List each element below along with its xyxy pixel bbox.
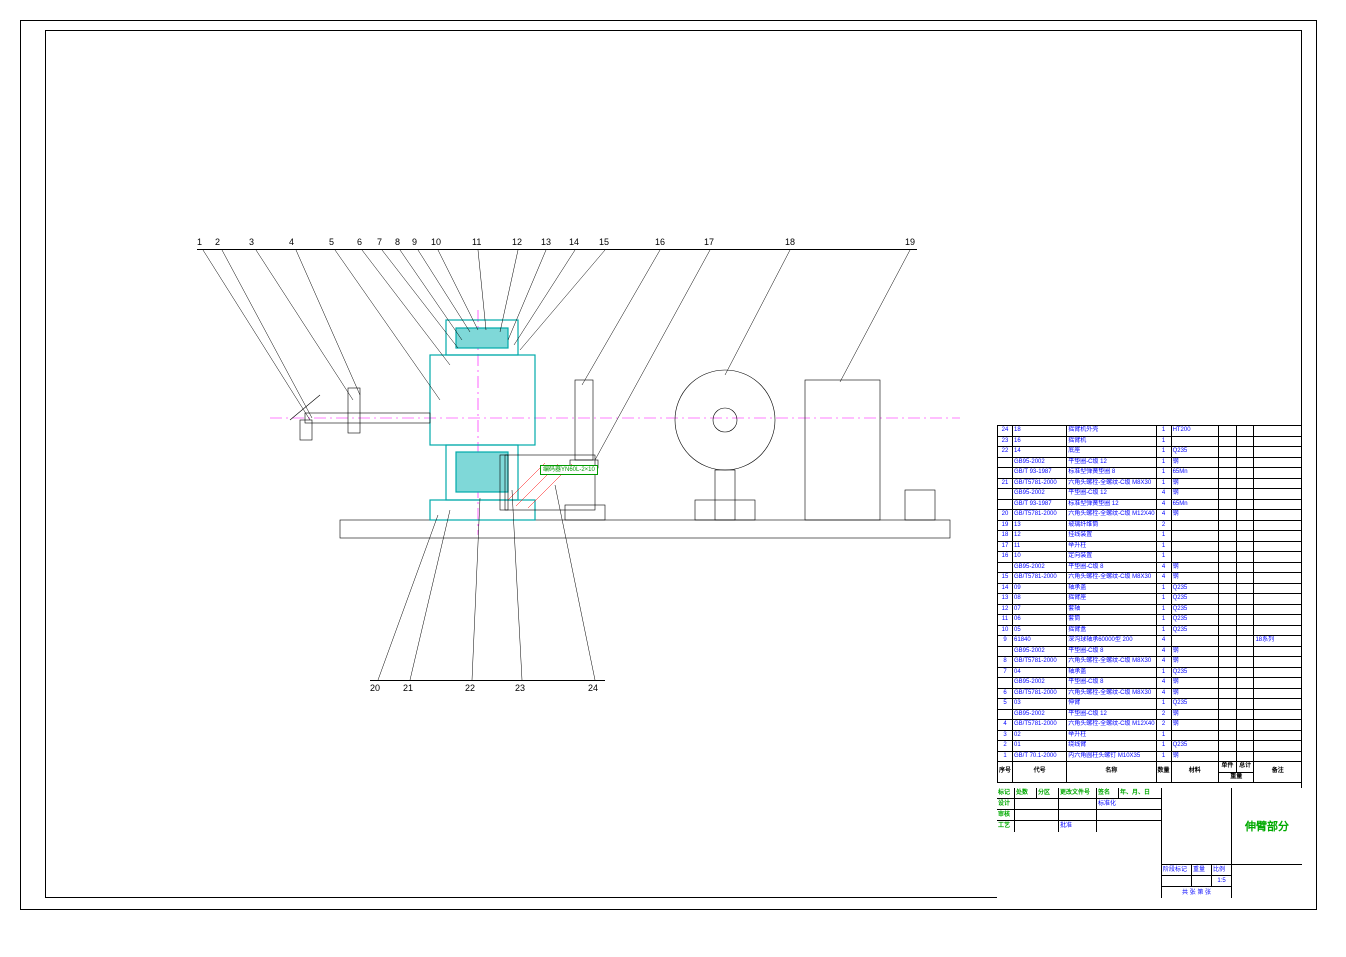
callout-17: 17 — [704, 237, 714, 247]
callout-22: 22 — [465, 683, 475, 693]
bom-row: GB/T 93-1987标准型弹簧垫圈 12465Mn — [998, 499, 1302, 510]
bom-row: GB95-2002平垫圈-C级 121钢 — [998, 457, 1302, 468]
callout-6: 6 — [357, 237, 362, 247]
callout-10: 10 — [431, 237, 441, 247]
drawing-title: 伸臂部分 — [1245, 818, 1289, 834]
callout-1: 1 — [197, 237, 202, 247]
callout-9: 9 — [412, 237, 417, 247]
bom-row: GB95-2002平垫圈-C级 122钢 — [998, 709, 1302, 720]
bom-hdr-name: 名称 — [1067, 762, 1156, 783]
bom-hdr-code: 代号 — [1013, 762, 1067, 783]
bom-hdr-mat: 材料 — [1171, 762, 1218, 783]
bom-row: 21GB/T5781-2000六角头螺栓-全螺纹-C级 M8X301钢 — [998, 478, 1302, 489]
bom-row: 704轴承盖1Q235 — [998, 667, 1302, 678]
callout-2: 2 — [215, 237, 220, 247]
bom-row: 201绕线臂1Q235 — [998, 741, 1302, 752]
callout-19: 19 — [905, 237, 915, 247]
bom-hdr-w2: 总计 — [1236, 762, 1254, 773]
callout-8: 8 — [395, 237, 400, 247]
bom-row: GB95-2002平垫圈-C级 84钢 — [998, 562, 1302, 573]
bom-row: 1812挂线装置1 — [998, 531, 1302, 542]
bom-hdr-weight: 重量 — [1219, 772, 1254, 783]
motor-label: 编码器YN60L-2×10 — [540, 465, 598, 475]
bom-row: 2418摇臂机外壳1HT200 — [998, 426, 1302, 437]
callout-15: 15 — [599, 237, 609, 247]
bom-row: 1610定向装置1 — [998, 552, 1302, 563]
callout-12: 12 — [512, 237, 522, 247]
bom-row: GB/T 93-1987标准型弹簧垫圈 8165Mn — [998, 468, 1302, 479]
bom-row: 4GB/T5781-2000六角头螺栓-全螺纹-C级 M12X402钢 — [998, 720, 1302, 731]
bom-row: 2316摇臂机1 — [998, 436, 1302, 447]
bom-row: GB95-2002平垫圈-C级 124钢 — [998, 489, 1302, 500]
tb-mark: 标记 — [997, 788, 1015, 798]
bom-hdr-qty: 数量 — [1156, 762, 1171, 783]
callout-23: 23 — [515, 683, 525, 693]
bom-row: 6GB/T5781-2000六角头螺栓-全螺纹-C级 M8X304钢 — [998, 688, 1302, 699]
bom-row: GB95-2002平垫圈-C级 84钢 — [998, 678, 1302, 689]
callout-3: 3 — [249, 237, 254, 247]
bom-row: 1409轴承盖1Q235 — [998, 583, 1302, 594]
bom-hdr-n: 序号 — [998, 762, 1013, 783]
callout-7: 7 — [377, 237, 382, 247]
callout-21: 21 — [403, 683, 413, 693]
bom-row: 2214底座1Q235 — [998, 447, 1302, 458]
title-block: 标记 处数 分区 更改文件号 签名 年、月、日 设计 标准化 审核 工艺 批准 — [997, 788, 1302, 898]
bom-row: 961840深沟球轴承60000型 200418系列 — [998, 636, 1302, 647]
callout-16: 16 — [655, 237, 665, 247]
bom-row: 302举升柱1 — [998, 730, 1302, 741]
bom-row: GB95-2002平垫圈-C级 84钢 — [998, 646, 1302, 657]
bom-row: 503伸臂1Q235 — [998, 699, 1302, 710]
callout-13: 13 — [541, 237, 551, 247]
callout-bottom-underline — [370, 680, 605, 681]
callout-5: 5 — [329, 237, 334, 247]
bom-row: 8GB/T5781-2000六角头螺栓-全螺纹-C级 M8X304钢 — [998, 657, 1302, 668]
callout-14: 14 — [569, 237, 579, 247]
callout-4: 4 — [289, 237, 294, 247]
callout-18: 18 — [785, 237, 795, 247]
bom-row: 1005摇臂盒1Q235 — [998, 625, 1302, 636]
bom-row: 15GB/T5781-2000六角头螺栓-全螺纹-C级 M8X304钢 — [998, 573, 1302, 584]
bom-row: 1GB/T 70.1-2000内六角圆柱头螺钉 M10X351钢 — [998, 751, 1302, 762]
bom-table: 2418摇臂机外壳1HT2002316摇臂机12214底座1Q235GB95-2… — [997, 425, 1302, 783]
bom-row: 1308摇臂座1Q235 — [998, 594, 1302, 605]
bom-row: 1913玻璃纤维筒2 — [998, 520, 1302, 531]
callout-top-underline — [197, 249, 917, 250]
bom-hdr-note: 备注 — [1254, 762, 1302, 783]
callout-11: 11 — [472, 237, 481, 247]
callout-20: 20 — [370, 683, 380, 693]
bom-row: 20GB/T5781-2000六角头螺栓-全螺纹-C级 M12X404钢 — [998, 510, 1302, 521]
bom-hdr-w1: 单件 — [1219, 762, 1237, 773]
bom-row: 1106套筒1Q235 — [998, 615, 1302, 626]
bom-row: 1711举升柱1 — [998, 541, 1302, 552]
callout-24: 24 — [588, 683, 598, 693]
bom-row: 1207套轴1Q235 — [998, 604, 1302, 615]
